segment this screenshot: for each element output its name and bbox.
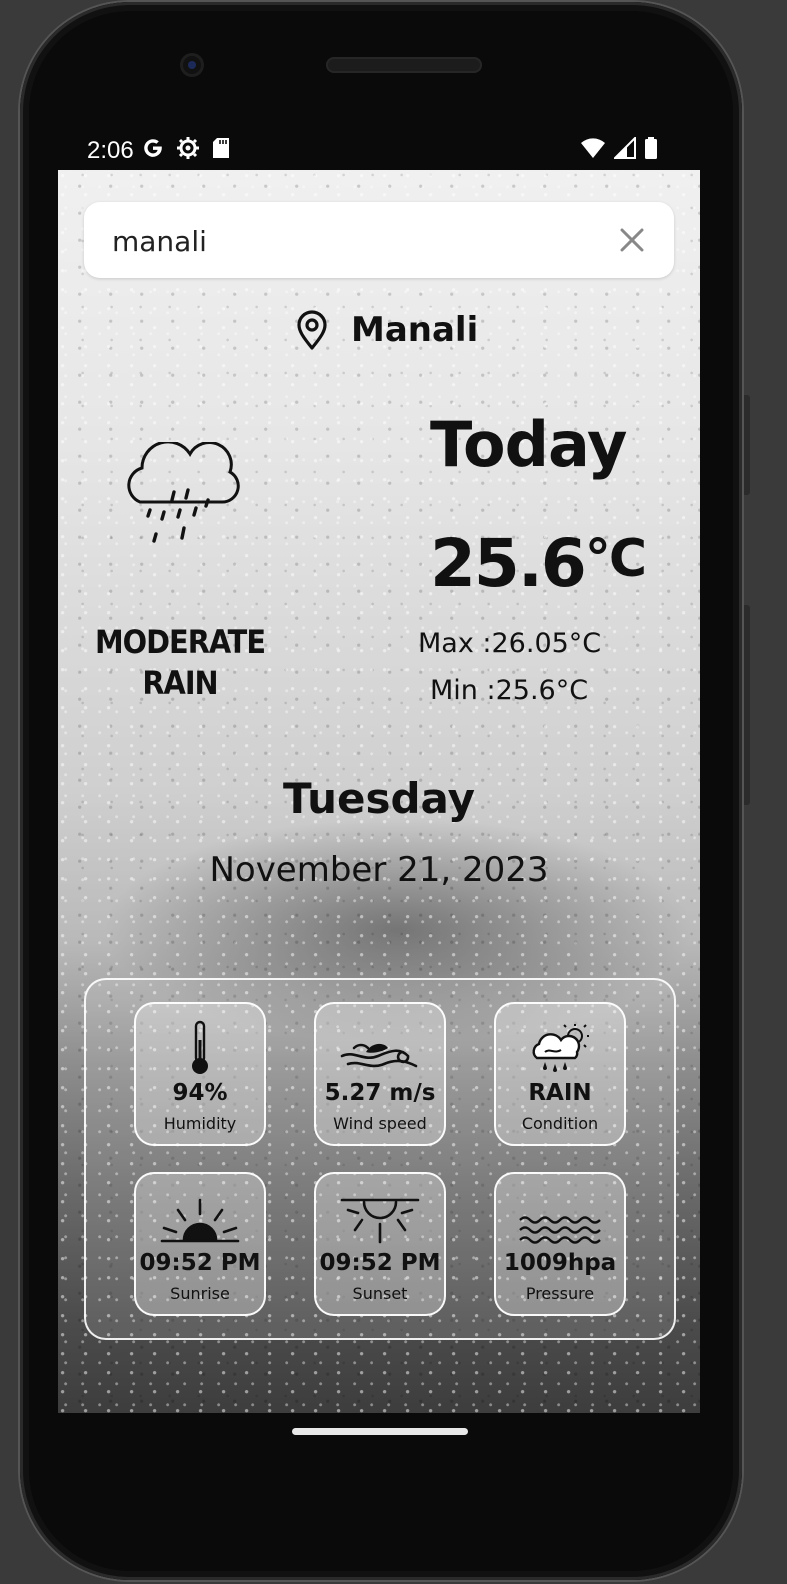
sunset-card: 09:52 PM Sunset — [314, 1172, 446, 1316]
day-of-week: Tuesday — [283, 774, 475, 823]
wind-icon — [340, 1043, 418, 1068]
app-screen: Manali MODERATE RAIN Today 25.6°C Max :2… — [58, 170, 700, 1413]
condition-card: RAIN Condition — [494, 1002, 626, 1146]
thermometer-icon — [192, 1020, 208, 1074]
max-temperature: Max :26.05°C — [418, 628, 602, 659]
condition-value: RAIN — [528, 1080, 592, 1106]
humidity-label: Humidity — [163, 1114, 237, 1133]
sunrise-label: Sunrise — [170, 1284, 230, 1303]
details-panel: 94% Humidity 5.27 m/s Wind speed RAIN Co… — [84, 978, 676, 1340]
current-temperature: 25.6°C — [430, 525, 647, 602]
sunset-icon — [340, 1198, 420, 1244]
home-gesture-bar[interactable] — [292, 1428, 468, 1435]
condition-text: MODERATE RAIN — [95, 623, 266, 702]
volume-button — [742, 605, 750, 805]
min-temperature: Min :25.6°C — [430, 675, 589, 706]
wind-speed-label: Wind speed — [333, 1114, 427, 1133]
pressure-value: 1009hpa — [503, 1250, 617, 1276]
sunset-value: 09:52 PM — [319, 1250, 441, 1276]
sunrise-card: 09:52 PM Sunrise — [134, 1172, 266, 1316]
location-name: Manali — [351, 310, 479, 350]
sd-card-icon — [213, 138, 229, 158]
sunrise-icon — [160, 1198, 240, 1243]
close-icon[interactable] — [616, 224, 648, 256]
location: Manali — [295, 310, 478, 350]
condition-label: Condition — [521, 1114, 599, 1133]
earpiece-speaker — [326, 57, 482, 73]
status-time: 2:06 — [87, 137, 134, 164]
today-heading: Today — [430, 408, 627, 481]
map-pin-icon — [297, 310, 327, 350]
wind-card: 5.27 m/s Wind speed — [314, 1002, 446, 1146]
power-button — [742, 395, 750, 495]
rain-cloud-icon — [127, 442, 240, 543]
rain-cloud-sun-icon — [532, 1024, 589, 1072]
search-bar — [84, 202, 674, 280]
full-date: November 21, 2023 — [209, 850, 549, 890]
waves-icon — [519, 1216, 601, 1244]
temperature-value: 25.6 — [430, 525, 587, 602]
front-camera — [180, 53, 204, 77]
settings-gear-icon — [177, 137, 199, 159]
status-bar: 2:06 — [58, 128, 700, 172]
pressure-card: 1009hpa Pressure — [494, 1172, 626, 1316]
search-input[interactable] — [110, 202, 594, 280]
sunrise-value: 09:52 PM — [139, 1250, 261, 1276]
humidity-card: 94% Humidity — [134, 1002, 266, 1146]
sunset-label: Sunset — [352, 1284, 408, 1303]
google-icon — [144, 139, 162, 157]
humidity-value: 94% — [172, 1080, 228, 1106]
wind-speed-value: 5.27 m/s — [324, 1080, 436, 1106]
temperature-unit: °C — [584, 529, 647, 589]
pressure-label: Pressure — [525, 1284, 595, 1303]
wifi-icon — [581, 138, 605, 158]
battery-icon — [645, 137, 657, 159]
cell-signal-icon — [614, 137, 636, 159]
